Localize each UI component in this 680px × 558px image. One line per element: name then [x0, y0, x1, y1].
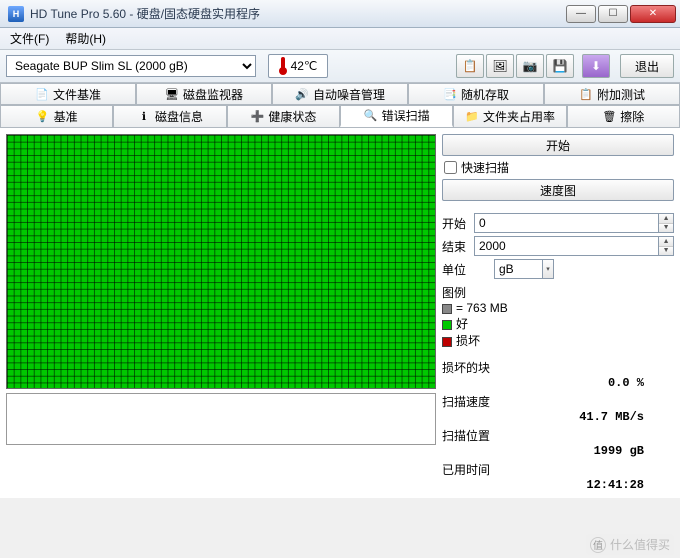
application-window: H HD Tune Pro 5.60 - 硬盘/固态硬盘实用程序 — ☐ ✕ 文… — [0, 0, 680, 558]
damaged-label: 损坏的块 — [442, 359, 674, 376]
position-label: 扫描位置 — [442, 427, 674, 444]
tab-icon: ➕ — [250, 110, 264, 124]
quick-scan-checkbox[interactable]: 快速扫描 — [442, 159, 674, 176]
thermometer-icon — [279, 57, 287, 75]
tab-擦除[interactable]: 🗑擦除 — [567, 105, 680, 127]
legend: 图例 = 763 MB 好 损坏 — [442, 282, 674, 349]
tab-文件基准[interactable]: 📄文件基准 — [0, 83, 136, 105]
screenshot-button[interactable]: 📷 — [516, 54, 544, 78]
tab-icon: 🔍 — [364, 109, 378, 123]
menu-help[interactable]: 帮助(H) — [61, 28, 110, 49]
tab-随机存取[interactable]: 📑随机存取 — [408, 83, 544, 105]
tab-磁盘监视器[interactable]: 🖥磁盘监视器 — [136, 83, 272, 105]
tab-基准[interactable]: 💡基准 — [0, 105, 113, 127]
tab-附加测试[interactable]: 📋附加测试 — [544, 83, 680, 105]
end-field: 结束 ▲▼ — [442, 236, 674, 256]
options-button[interactable]: ⬇ — [582, 54, 610, 78]
end-input[interactable]: ▲▼ — [474, 236, 674, 256]
menubar: 文件(F) 帮助(H) — [0, 28, 680, 50]
window-title: HD Tune Pro 5.60 - 硬盘/固态硬盘实用程序 — [30, 5, 566, 22]
tab-健康状态[interactable]: ➕健康状态 — [227, 105, 340, 127]
maximize-button[interactable]: ☐ — [598, 5, 628, 23]
copy-info-button[interactable]: 📋 — [456, 54, 484, 78]
start-input[interactable]: ▲▼ — [474, 213, 674, 233]
close-button[interactable]: ✕ — [630, 5, 676, 23]
speed-value: 41.7 MB/s — [442, 410, 674, 424]
start-field: 开始 ▲▼ — [442, 213, 674, 233]
time-label: 已用时间 — [442, 461, 674, 478]
tab-row-1: 📄文件基准🖥磁盘监视器🔊自动噪音管理📑随机存取📋附加测试 — [0, 83, 680, 105]
tab-icon: 🖥 — [165, 87, 179, 101]
temperature-value: 42℃ — [291, 59, 318, 73]
scan-block-grid — [6, 134, 436, 389]
tab-错误扫描[interactable]: 🔍错误扫描 — [340, 105, 453, 127]
app-icon: H — [8, 6, 24, 22]
unit-field: 单位 ▾ — [442, 259, 674, 279]
good-block-icon — [442, 320, 452, 330]
tab-自动噪音管理[interactable]: 🔊自动噪音管理 — [272, 83, 408, 105]
legend-title: 图例 — [442, 284, 674, 301]
side-panel: 开始 快速扫描 速度图 开始 ▲▼ 结束 ▲▼ 单位 — [442, 134, 674, 492]
main-content: 开始 快速扫描 速度图 开始 ▲▼ 结束 ▲▼ 单位 — [0, 128, 680, 498]
exit-button[interactable]: 退出 — [620, 54, 674, 78]
block-size-icon — [442, 304, 452, 314]
speedmap-button[interactable]: 速度图 — [442, 179, 674, 201]
tab-icon: 📄 — [35, 87, 49, 101]
toolbar: Seagate BUP Slim SL (2000 gB) 42℃ 📋 🖼 📷 … — [0, 50, 680, 83]
speed-label: 扫描速度 — [442, 393, 674, 410]
tab-文件夹占用率[interactable]: 📁文件夹占用率 — [453, 105, 566, 127]
damaged-value: 0.0 % — [442, 376, 674, 390]
start-button[interactable]: 开始 — [442, 134, 674, 156]
tab-icon: 💡 — [36, 110, 50, 124]
tab-icon: ℹ — [137, 110, 151, 124]
tab-icon: 📑 — [443, 87, 457, 101]
tab-icon: 📁 — [465, 110, 479, 124]
titlebar: H HD Tune Pro 5.60 - 硬盘/固态硬盘实用程序 — ☐ ✕ — [0, 0, 680, 28]
time-value: 12:41:28 — [442, 478, 674, 492]
disk-select[interactable]: Seagate BUP Slim SL (2000 gB) — [6, 55, 256, 77]
tab-icon: 🔊 — [295, 87, 309, 101]
save-button[interactable]: 💾 — [546, 54, 574, 78]
unit-select[interactable]: ▾ — [494, 259, 554, 279]
minimize-button[interactable]: — — [566, 5, 596, 23]
tab-icon: 📋 — [579, 87, 593, 101]
position-value: 1999 gB — [442, 444, 674, 458]
tab-row-2: 💡基准ℹ磁盘信息➕健康状态🔍错误扫描📁文件夹占用率🗑擦除 — [0, 105, 680, 127]
tab-磁盘信息[interactable]: ℹ磁盘信息 — [113, 105, 226, 127]
watermark: 值什么值得买 — [586, 534, 674, 555]
bad-block-icon — [442, 337, 452, 347]
menu-file[interactable]: 文件(F) — [6, 28, 53, 49]
speed-graph-box — [6, 393, 436, 445]
copy-screenshot-button[interactable]: 🖼 — [486, 54, 514, 78]
temperature-display: 42℃ — [268, 54, 328, 78]
tab-container: 📄文件基准🖥磁盘监视器🔊自动噪音管理📑随机存取📋附加测试 💡基准ℹ磁盘信息➕健康… — [0, 83, 680, 128]
tab-icon: 🗑 — [602, 110, 616, 124]
